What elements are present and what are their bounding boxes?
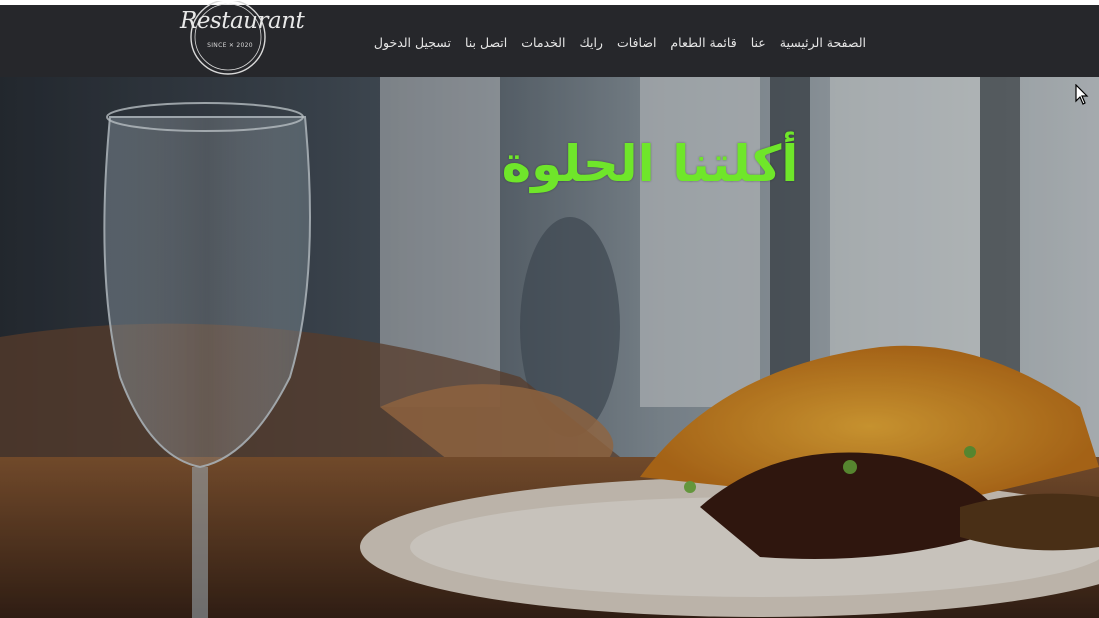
- logo-wordmark: Restaurant: [180, 8, 305, 34]
- nav-services[interactable]: الخدمات: [521, 35, 565, 50]
- logo-since-text: SINCE ✕ 2020: [207, 42, 253, 49]
- navbar: Restaurant SINCE ✕ 2020 الصفحة الرئيسية …: [0, 1, 1099, 77]
- hero-section: أكلتنا الحلوة: [0, 77, 1099, 618]
- nav-menu[interactable]: قائمة الطعام: [670, 35, 736, 50]
- nav-extras[interactable]: اضافات: [617, 35, 656, 50]
- nav-login[interactable]: تسجيل الدخول: [374, 35, 451, 50]
- nav-feedback[interactable]: رايك: [579, 35, 603, 50]
- hero-title: أكلتنا الحلوة: [501, 134, 799, 193]
- logo-dot-icon: [224, 1, 232, 4]
- main-nav: الصفحة الرئيسية عنا قائمة الطعام اضافات …: [360, 31, 880, 53]
- nav-home[interactable]: الصفحة الرئيسية: [780, 35, 866, 50]
- mouse-cursor-icon: [1075, 84, 1089, 105]
- nav-about[interactable]: عنا: [751, 35, 766, 50]
- nav-contact[interactable]: اتصل بنا: [465, 35, 507, 50]
